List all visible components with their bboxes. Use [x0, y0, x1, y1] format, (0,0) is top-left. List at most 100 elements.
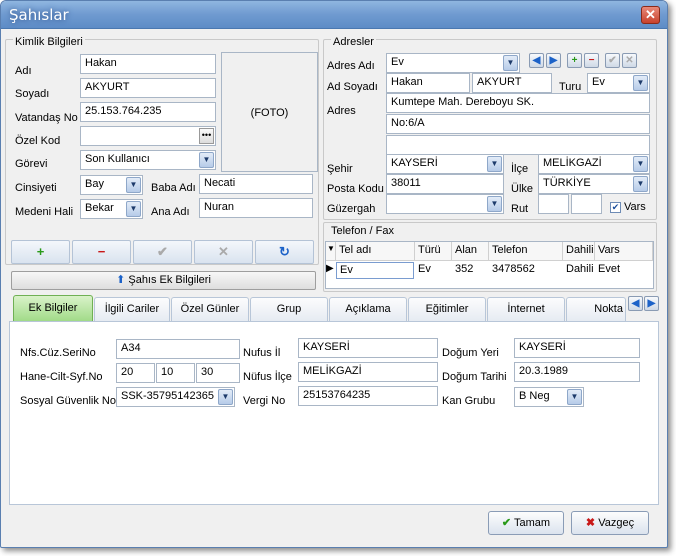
- chevron-down-icon[interactable]: ▼: [633, 156, 648, 172]
- sehir-select[interactable]: KAYSERİ ▼: [386, 154, 504, 174]
- dogum-tarihi-field[interactable]: 20.3.1989: [514, 362, 640, 382]
- col-header-turu[interactable]: Türü: [415, 242, 452, 261]
- ellipsis-icon[interactable]: •••: [199, 128, 214, 144]
- turu-select[interactable]: Ev ▼: [587, 73, 650, 93]
- chevron-down-icon[interactable]: ▼: [487, 156, 502, 172]
- turu-value: Ev: [592, 76, 605, 88]
- chevron-down-icon[interactable]: ▼: [126, 201, 141, 217]
- hane-label: Hane-Cilt-Syf.No: [20, 371, 103, 383]
- hane-field-3[interactable]: 30: [196, 363, 240, 383]
- adi-field[interactable]: Hakan: [80, 54, 216, 74]
- cinsiyeti-label: Cinsiyeti: [15, 182, 57, 194]
- delete-button[interactable]: −: [72, 240, 131, 264]
- ek-bilgiler-panel: Nfs.Cüz.SeriNo A34 Hane-Cilt-Syf.No 20 1…: [9, 321, 659, 505]
- delete-address-icon[interactable]: −: [584, 53, 599, 68]
- vazgec-label: Vazgeç: [598, 517, 635, 529]
- chevron-down-icon[interactable]: ▼: [199, 152, 214, 168]
- chevron-down-icon[interactable]: ▼: [567, 389, 582, 405]
- table-cell[interactable]: Ev: [336, 262, 414, 279]
- tamam-button[interactable]: ✔ Tamam: [488, 511, 564, 535]
- cinsiyeti-value: Bay: [85, 178, 104, 190]
- tab-nokta[interactable]: Nokta: [566, 297, 626, 321]
- tab-ilgili-cariler[interactable]: İlgili Cariler: [94, 297, 170, 321]
- cancel-edit-button[interactable]: ✕: [194, 240, 253, 264]
- tab-grup[interactable]: Grup: [250, 297, 328, 321]
- hane-field-1[interactable]: 20: [116, 363, 155, 383]
- table-cell[interactable]: Evet: [595, 262, 653, 279]
- vatandas-no-field[interactable]: 25.153.764.235: [80, 102, 216, 122]
- turu-label: Turu: [559, 81, 582, 93]
- tab-scroll-right-icon[interactable]: ▶: [644, 296, 659, 311]
- ana-adi-field[interactable]: Nuran: [199, 198, 313, 218]
- medeni-hali-select[interactable]: Bekar ▼: [80, 199, 143, 219]
- col-header-dahili[interactable]: Dahili: [563, 242, 595, 261]
- add-button[interactable]: +: [11, 240, 70, 264]
- post-address-icon[interactable]: ✔: [605, 53, 620, 68]
- tab-ozel-gunler[interactable]: Özel Günler: [171, 297, 249, 321]
- rut-field-2[interactable]: [571, 194, 602, 214]
- sgk-select[interactable]: SSK-35795142365 ▼: [116, 387, 235, 407]
- add-address-icon[interactable]: +: [567, 53, 582, 68]
- tab-egitimler[interactable]: Eğitimler: [408, 297, 486, 321]
- next-record-icon[interactable]: ▶: [546, 53, 561, 68]
- adres-line-1[interactable]: Kumtepe Mah. Dereboyu SK.: [386, 93, 650, 113]
- up-arrow-icon: ⬆: [116, 274, 126, 286]
- chevron-down-icon[interactable]: ▼: [633, 75, 648, 91]
- tab-ek-bilgiler[interactable]: Ek Bilgiler: [13, 295, 93, 322]
- post-button[interactable]: ✔: [133, 240, 192, 264]
- close-icon[interactable]: ✕: [641, 6, 660, 24]
- chevron-down-icon[interactable]: ▼: [503, 55, 518, 71]
- nufus-il-field[interactable]: KAYSERİ: [298, 338, 438, 358]
- photo-box[interactable]: (FOTO): [221, 52, 318, 172]
- tab-scroll-left-icon[interactable]: ◀: [628, 296, 643, 311]
- adres-line-3[interactable]: [386, 135, 650, 155]
- col-header-alan[interactable]: Alan: [452, 242, 489, 261]
- col-header-vars[interactable]: Vars: [595, 242, 653, 261]
- tab-aciklama[interactable]: Açıklama: [329, 297, 407, 321]
- gorevi-select[interactable]: Son Kullanıcı ▼: [80, 150, 216, 170]
- kan-grubu-select[interactable]: B Neg ▼: [514, 387, 584, 407]
- ulke-select[interactable]: TÜRKİYE ▼: [538, 174, 650, 194]
- refresh-button[interactable]: ↻: [255, 240, 314, 264]
- soyadi-field[interactable]: AKYURT: [80, 78, 216, 98]
- adres-adi-select[interactable]: Ev ▼: [386, 53, 520, 73]
- rut-field-1[interactable]: [538, 194, 569, 214]
- table-cell[interactable]: Ev: [415, 262, 452, 279]
- vars-label: Vars: [624, 201, 646, 213]
- adres-soyad-field[interactable]: AKYURT: [472, 73, 552, 93]
- cinsiyeti-select[interactable]: Bay ▼: [80, 175, 143, 195]
- table-cell[interactable]: 3478562: [489, 262, 563, 279]
- chevron-down-icon[interactable]: ▼: [487, 196, 502, 212]
- medeni-hali-value: Bekar: [85, 202, 114, 214]
- adresler-group-title: Adresler: [331, 36, 376, 48]
- baba-adi-field[interactable]: Necati: [199, 174, 313, 194]
- ozel-kod-field[interactable]: •••: [80, 126, 216, 146]
- adres-line-2[interactable]: No:6/A: [386, 114, 650, 134]
- col-header-telefon[interactable]: Telefon: [489, 242, 563, 261]
- col-header-tel-adi[interactable]: Tel adı: [336, 242, 415, 261]
- chevron-down-icon[interactable]: ▼: [126, 177, 141, 193]
- adres-ad-field[interactable]: Hakan: [386, 73, 470, 93]
- vazgec-button[interactable]: ✖ Vazgeç: [571, 511, 649, 535]
- first-record-icon[interactable]: ◀: [529, 53, 544, 68]
- chevron-down-icon[interactable]: ▼: [633, 176, 648, 192]
- hane-field-2[interactable]: 10: [156, 363, 195, 383]
- guzergah-select[interactable]: ▼: [386, 194, 504, 214]
- vergi-no-field[interactable]: 25153764235: [298, 386, 438, 406]
- table-cell[interactable]: Dahili: [563, 262, 595, 279]
- tab-internet[interactable]: İnternet: [487, 297, 565, 321]
- nfs-field[interactable]: A34: [116, 339, 240, 359]
- sgk-label: Sosyal Güvenlik No: [20, 395, 116, 407]
- ilce-select[interactable]: MELİKGAZİ ▼: [538, 154, 650, 174]
- sahis-ek-bilgileri-button[interactable]: ⬆ Şahıs Ek Bilgileri: [11, 271, 316, 290]
- vars-checkbox[interactable]: ✔: [610, 202, 621, 213]
- chevron-down-icon[interactable]: ▼: [218, 389, 233, 405]
- title-bar[interactable]: Şahıslar ✕: [1, 1, 667, 29]
- nufus-ilce-field[interactable]: MELİKGAZİ: [298, 362, 438, 382]
- posta-kodu-field[interactable]: 38011: [386, 174, 504, 194]
- dogum-yeri-field[interactable]: KAYSERİ: [514, 338, 640, 358]
- cancel-address-icon[interactable]: ✕: [622, 53, 637, 68]
- table-cell[interactable]: 352: [452, 262, 489, 279]
- telefon-grid[interactable]: ▼ Tel adı Türü Alan Telefon Dahili Vars …: [325, 241, 654, 289]
- tamam-label: Tamam: [514, 517, 551, 529]
